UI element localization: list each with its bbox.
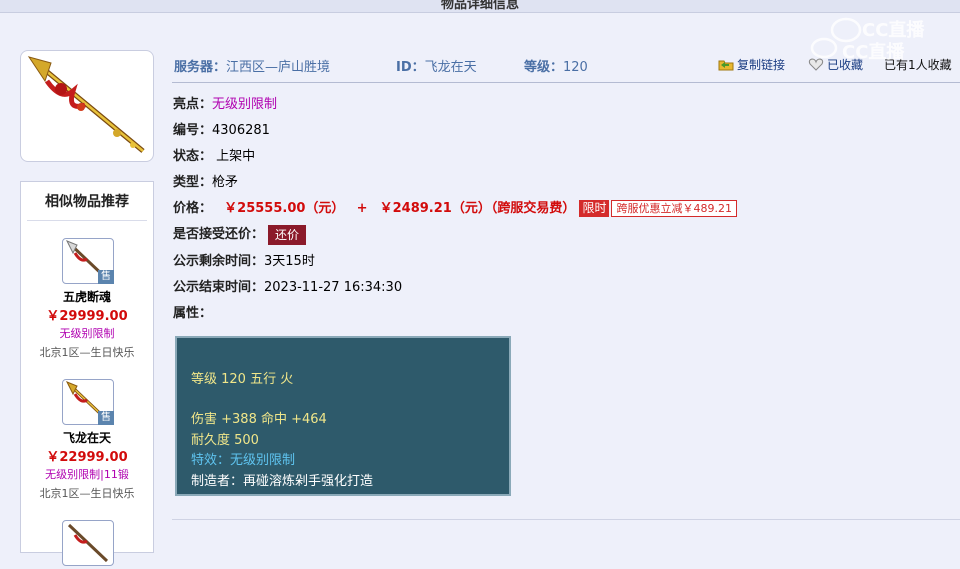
price-fee: ￥2489.21（元）（跨服交易费） xyxy=(379,201,576,216)
similar-item-server: 北京1区—生日快乐 xyxy=(39,346,135,359)
similar-item-tag: 无级别限制 xyxy=(59,327,115,340)
type-value: 枪矛 xyxy=(212,175,239,190)
counter-offer-button[interactable]: 还价 xyxy=(268,224,307,245)
limited-tag: 限时 xyxy=(579,200,610,217)
attr-damage-hit: 伤害 +388 命中 +464 xyxy=(191,412,327,427)
similar-item-server: 北京1区—生日快乐 xyxy=(39,487,135,500)
discount-tag: 跨服优惠立减￥489.21 xyxy=(611,200,737,217)
attr-maker: 制造者：再碰溶炼剁手强化打造 xyxy=(191,474,374,489)
spear-icon xyxy=(67,523,109,563)
end-time-value: 2023-11-27 16:34:30 xyxy=(264,280,403,295)
similar-item-price: ￥29999.00 xyxy=(46,309,128,324)
price-row: 价格： ￥25555.00（元） + ￥2489.21（元）（跨服交易费） 限时… xyxy=(173,197,737,217)
id-value: 飞龙在天 xyxy=(424,60,477,75)
similar-item-icon[interactable]: 售 xyxy=(62,379,114,425)
attributes-row: 属性： xyxy=(173,306,213,321)
cc-logo-icon: CC直播 CC直播 xyxy=(810,17,925,63)
similar-items-panel: 相似物品推荐 售 五虎断魂 ￥29999.00 无级别限制 北京1区—生日快乐 … xyxy=(20,181,154,566)
server-value: 江西区—庐山胜境 xyxy=(226,60,331,75)
similar-item-price: ￥22999.00 xyxy=(46,450,128,465)
status-value: 上架中 xyxy=(216,149,256,164)
id-info: ID：飞龙在天 xyxy=(396,60,477,75)
highlight-value: 无级别限制 xyxy=(212,97,278,112)
server-info: 服务器：江西区—庐山胜境 xyxy=(174,60,331,75)
price-plus: + xyxy=(356,201,368,216)
similar-items-title: 相似物品推荐 xyxy=(27,182,147,221)
counter-offer-row: 是否接受还价： 还价 xyxy=(173,223,307,245)
sell-badge: 售 xyxy=(98,270,114,284)
level-value: 120 xyxy=(563,60,588,75)
status-row: 状态： 上架中 xyxy=(173,149,256,164)
remaining-time-row: 公示剩余时间：3天15时 xyxy=(173,254,315,269)
end-time-row: 公示结束时间：2023-11-27 16:34:30 xyxy=(173,280,403,295)
type-row: 类型：枪矛 xyxy=(173,175,239,190)
price-main: ￥25555.00（元） xyxy=(224,201,345,216)
attr-level-element: 等级 120 五行 火 xyxy=(191,372,294,387)
svg-text:CC直播: CC直播 xyxy=(842,41,905,60)
attr-special-effect: 特效：无级别限制 xyxy=(191,453,296,468)
attr-durability: 耐久度 500 xyxy=(191,433,259,448)
svg-text:CC直播: CC直播 xyxy=(862,19,925,41)
spear-icon xyxy=(27,56,145,153)
similar-item-name[interactable]: 五虎断魂 xyxy=(21,288,153,305)
highlight-row: 亮点：无级别限制 xyxy=(173,97,278,112)
attributes-box: 等级 120 五行 火 伤害 +388 命中 +464 耐久度 500 特效：无… xyxy=(175,336,511,496)
number-value: 4306281 xyxy=(212,123,270,138)
similar-item-name[interactable]: 飞龙在天 xyxy=(21,429,153,446)
copy-link-button[interactable]: 复制链接 xyxy=(718,56,785,73)
similar-item-icon[interactable] xyxy=(62,520,114,566)
section-divider xyxy=(172,519,960,520)
similar-item-icon[interactable]: 售 xyxy=(62,238,114,284)
number-row: 编号：4306281 xyxy=(173,123,270,138)
level-info: 等级：120 xyxy=(524,60,588,75)
sell-badge: 售 xyxy=(98,411,114,425)
folder-icon xyxy=(718,60,734,71)
watermark-logo: CC直播 CC直播 xyxy=(800,8,960,63)
similar-item-tag: 无级别限制|11锻 xyxy=(45,468,129,481)
item-thumbnail xyxy=(20,50,154,162)
remaining-time-value: 3天15时 xyxy=(264,254,315,269)
